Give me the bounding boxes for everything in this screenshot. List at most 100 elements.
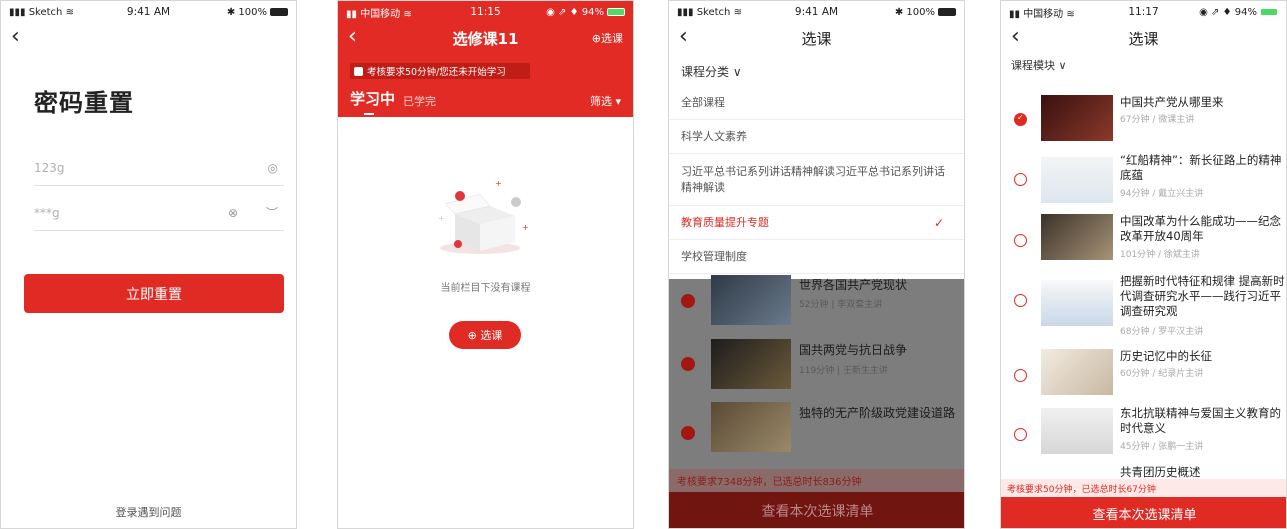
password-field[interactable]: 123g ◎ — [34, 150, 284, 186]
dimmed-course-list: 世界各国共产党现状 52分钟 | 李双套主讲 国共两党与抗日战争 119分钟 |… — [669, 275, 964, 469]
svg-text:+: + — [438, 214, 445, 223]
tab-bar: 学习中 已学完 — [350, 88, 436, 115]
status-bar: ▮▮ 中国移动 ≋ 11:15 ◉ ⇗ ♦ 94% — [338, 1, 633, 23]
course-thumbnail — [711, 402, 791, 452]
empty-state-text: 当前栏目下没有课程 — [440, 283, 531, 294]
checked-icon — [681, 294, 695, 308]
radio-icon[interactable] — [1014, 428, 1027, 441]
checked-icon — [681, 357, 695, 371]
back-icon[interactable]: ‹ — [1011, 25, 1020, 49]
battery-indicator: ◉ ⇗ ♦ 94% — [1199, 7, 1278, 18]
tab-completed[interactable]: 已学完 — [403, 93, 436, 109]
red-header: ▮▮ 中国移动 ≋ 11:15 ◉ ⇗ ♦ 94% ‹ 选修课11 ⊕选课 考核… — [338, 1, 633, 117]
eye-icon[interactable]: ◎ — [268, 161, 278, 175]
carrier: ▮▮▮ Sketch ≋ — [9, 6, 74, 18]
back-icon[interactable]: ‹ — [679, 25, 688, 49]
course-meta: 45分钟 / 张鹏一主讲 — [1120, 442, 1204, 452]
tab-studying[interactable]: 学习中 — [350, 88, 395, 115]
elective-course-screen: ▮▮ 中国移动 ≋ 11:15 ◉ ⇗ ♦ 94% ‹ 选修课11 ⊕选课 考核… — [337, 0, 634, 529]
course-thumbnail — [1041, 408, 1113, 454]
course-title: 把握新时代特征和规律 提高新时代调查研究水平——践行习近平调查研究观 — [1120, 274, 1285, 318]
course-title: 中国共产党从哪里来 — [1120, 95, 1224, 109]
clear-icon[interactable]: ⊗ — [228, 206, 238, 220]
list-item[interactable]: 独特的无产阶级政党建设道路 — [669, 402, 964, 464]
checked-icon — [681, 426, 695, 440]
course-meta: 68分钟 / 罗平汉主讲 — [1120, 327, 1204, 337]
nav-bar: ‹ — [1, 23, 296, 53]
requirement-bar: 考核要求50分钟，已选总时长67分钟 — [1001, 479, 1286, 497]
requirement-bar: 考核要求7348分钟，已选总时长836分钟 — [669, 469, 964, 492]
eye-closed-icon[interactable]: ︶ — [266, 204, 278, 221]
view-selection-button[interactable]: 查看本次选课清单 — [1001, 497, 1286, 528]
course-title: 中国改革为什么能成功——纪念改革开放40周年 — [1120, 214, 1281, 243]
course-category-screen: ▮▮▮ Sketch ≋ 9:41 AM ✱ 100% ‹ 选课 课程分类 ∨ … — [668, 0, 965, 529]
battery-indicator: ✱ 100% — [895, 7, 956, 18]
carrier: ▮▮▮ Sketch ≋ — [677, 6, 742, 18]
course-thumbnail — [1041, 157, 1113, 203]
course-thumbnail — [1041, 349, 1113, 395]
status-bar: ▮▮ 中国移动 ≋ 11:17 ◉ ⇗ ♦ 94% — [1001, 1, 1286, 23]
confirm-password-value: ***g — [34, 205, 60, 220]
course-meta: 60分钟 / 纪录片主讲 — [1120, 369, 1204, 379]
course-title: 国共两党与抗日战争 — [799, 343, 908, 357]
category-dropdown[interactable]: 课程分类 ∨ — [669, 53, 964, 86]
reset-button[interactable]: 立即重置 — [24, 274, 284, 313]
course-thumbnail — [711, 275, 791, 325]
empty-box-illustration: + + + — [438, 179, 529, 254]
course-title: “红船精神”：新长征路上的精神底蕴 — [1120, 153, 1282, 182]
nav-title: 选课 — [1128, 29, 1159, 48]
course-title: 共青团历史概述 — [1120, 465, 1201, 479]
module-dropdown[interactable]: 课程模块 ∨ — [1001, 53, 1286, 75]
course-meta: 119分钟 | 王新生主讲 — [799, 366, 888, 376]
course-title: 世界各国共产党现状 — [799, 278, 908, 292]
nav-bar: ‹ 选修课11 ⊕选课 — [338, 23, 633, 53]
radio-icon[interactable] — [1014, 294, 1027, 307]
course-title: 东北抗联精神与爱国主义教育的时代意义 — [1120, 406, 1281, 435]
select-course-button[interactable]: ⊕ 选课 — [449, 321, 521, 349]
radio-icon[interactable] — [1014, 234, 1027, 247]
login-help-link[interactable]: 登录遇到问题 — [1, 504, 296, 520]
back-icon[interactable]: ‹ — [348, 25, 357, 49]
category-item[interactable]: 学校管理制度 — [669, 240, 964, 274]
back-icon[interactable]: ‹ — [11, 25, 20, 49]
battery-indicator: ◉ ⇗ ♦ 94% — [546, 7, 625, 18]
radio-icon[interactable] — [1014, 369, 1027, 382]
list-item[interactable]: 世界各国共产党现状 52分钟 | 李双套主讲 — [669, 275, 964, 341]
svg-text:+: + — [495, 179, 502, 188]
course-list-screen: ▮▮ 中国移动 ≋ 11:17 ◉ ⇗ ♦ 94% ‹ 选课 课程模块 ∨ 中国… — [1000, 0, 1287, 529]
category-item[interactable]: 科学人文素养 — [669, 120, 964, 154]
password-value: 123g — [34, 160, 65, 175]
filter-button[interactable]: 筛选 ▾ — [590, 93, 621, 109]
list-item[interactable]: 国共两党与抗日战争 119分钟 | 王新生主讲 — [669, 339, 964, 401]
carrier: ▮▮ 中国移动 ≋ — [346, 8, 412, 20]
course-meta: 94分钟 / 戴立兴主讲 — [1120, 189, 1204, 199]
radio-icon[interactable] — [1014, 173, 1027, 186]
course-title: 历史记忆中的长征 — [1120, 349, 1212, 363]
category-item-selected[interactable]: 教育质量提升专题 ✓ — [669, 206, 964, 240]
category-item[interactable]: 习近平总书记系列讲话精神解读习近平总书记系列讲话精神解读 — [669, 154, 964, 206]
notice-banner: 考核要求50分钟/您还未开始学习 — [350, 63, 530, 79]
nav-bar: ‹ 选课 — [1001, 23, 1286, 53]
checked-radio-icon[interactable] — [1014, 113, 1027, 126]
page-title: 密码重置 — [34, 89, 134, 117]
nav-bar: ‹ 选课 — [669, 23, 964, 53]
nav-title: 选修课11 — [452, 29, 519, 48]
confirm-password-field[interactable]: ***g ⊗ ︶ — [34, 195, 284, 231]
password-reset-screen: ▮▮▮ Sketch ≋ 9:41 AM ✱ 100% ‹ 密码重置 123g … — [0, 0, 297, 529]
category-item[interactable]: 全部课程 — [669, 86, 964, 120]
course-meta: 52分钟 | 李双套主讲 — [799, 300, 883, 310]
notice-text: 考核要求50分钟/您还未开始学习 — [367, 67, 506, 78]
shield-icon — [354, 66, 363, 76]
status-bar: ▮▮▮ Sketch ≋ 9:41 AM ✱ 100% — [669, 1, 964, 23]
battery-indicator: ✱ 100% — [227, 7, 288, 18]
view-selection-button[interactable]: 查看本次选课清单 — [669, 492, 964, 528]
course-thumbnail — [1041, 280, 1113, 326]
course-thumbnail — [1041, 214, 1113, 260]
category-label: 教育质量提升专题 — [681, 215, 769, 229]
nav-title: 选课 — [801, 29, 832, 48]
svg-text:+: + — [522, 223, 529, 232]
select-course-action[interactable]: ⊕选课 — [592, 30, 623, 46]
course-meta: 67分钟 / 微课主讲 — [1120, 115, 1195, 125]
course-title: 独特的无产阶级政党建设道路 — [799, 406, 956, 420]
course-meta: 101分钟 / 徐斌主讲 — [1120, 250, 1200, 260]
